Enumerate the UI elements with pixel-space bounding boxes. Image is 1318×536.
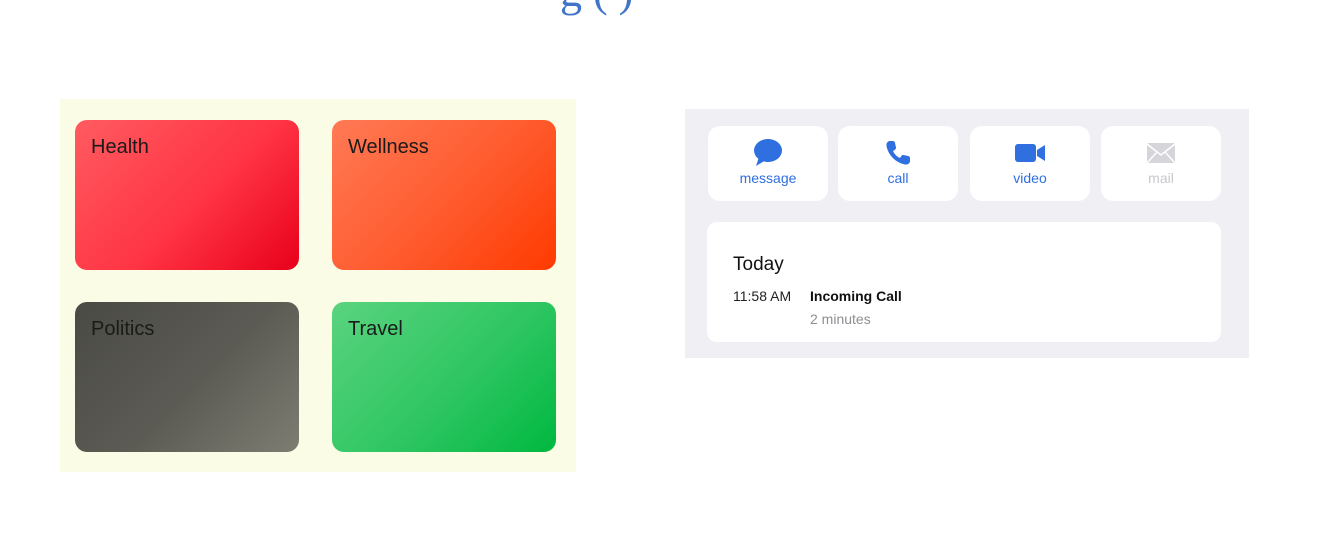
call-button-label: call — [887, 170, 909, 186]
call-history-card: Today 11:58 AM Incoming Call 2 minutes — [707, 222, 1221, 342]
mail-button-label: mail — [1148, 170, 1174, 186]
video-button[interactable]: video — [970, 126, 1090, 201]
category-tile-health[interactable]: Health — [75, 120, 299, 270]
video-camera-icon — [1015, 144, 1045, 162]
call-duration: 2 minutes — [810, 311, 871, 327]
mail-button[interactable]: mail — [1101, 126, 1221, 201]
contact-panel: message call video mail Today 11:58 AM I… — [685, 109, 1249, 358]
call-type: Incoming Call — [810, 288, 902, 304]
category-tile-label: Politics — [91, 318, 155, 340]
call-button[interactable]: call — [838, 126, 958, 201]
category-tile-politics[interactable]: Politics — [75, 302, 299, 452]
category-tile-label: Travel — [348, 318, 403, 340]
video-button-label: video — [1013, 170, 1047, 186]
category-tile-label: Health — [91, 136, 149, 158]
message-button-label: message — [739, 170, 797, 186]
message-button[interactable]: message — [708, 126, 828, 201]
speech-bubble-icon — [754, 139, 782, 166]
phone-icon — [886, 141, 910, 165]
category-tiles-panel: Health Wellness Politics Travel — [60, 99, 576, 472]
category-tile-label: Wellness — [348, 136, 429, 158]
call-history-heading: Today — [733, 254, 784, 275]
envelope-icon — [1146, 143, 1176, 164]
category-tile-travel[interactable]: Travel — [332, 302, 556, 452]
call-time: 11:58 AM — [733, 288, 792, 304]
category-tile-wellness[interactable]: Wellness — [332, 120, 556, 270]
page-title: g ( ) — [560, 0, 960, 17]
